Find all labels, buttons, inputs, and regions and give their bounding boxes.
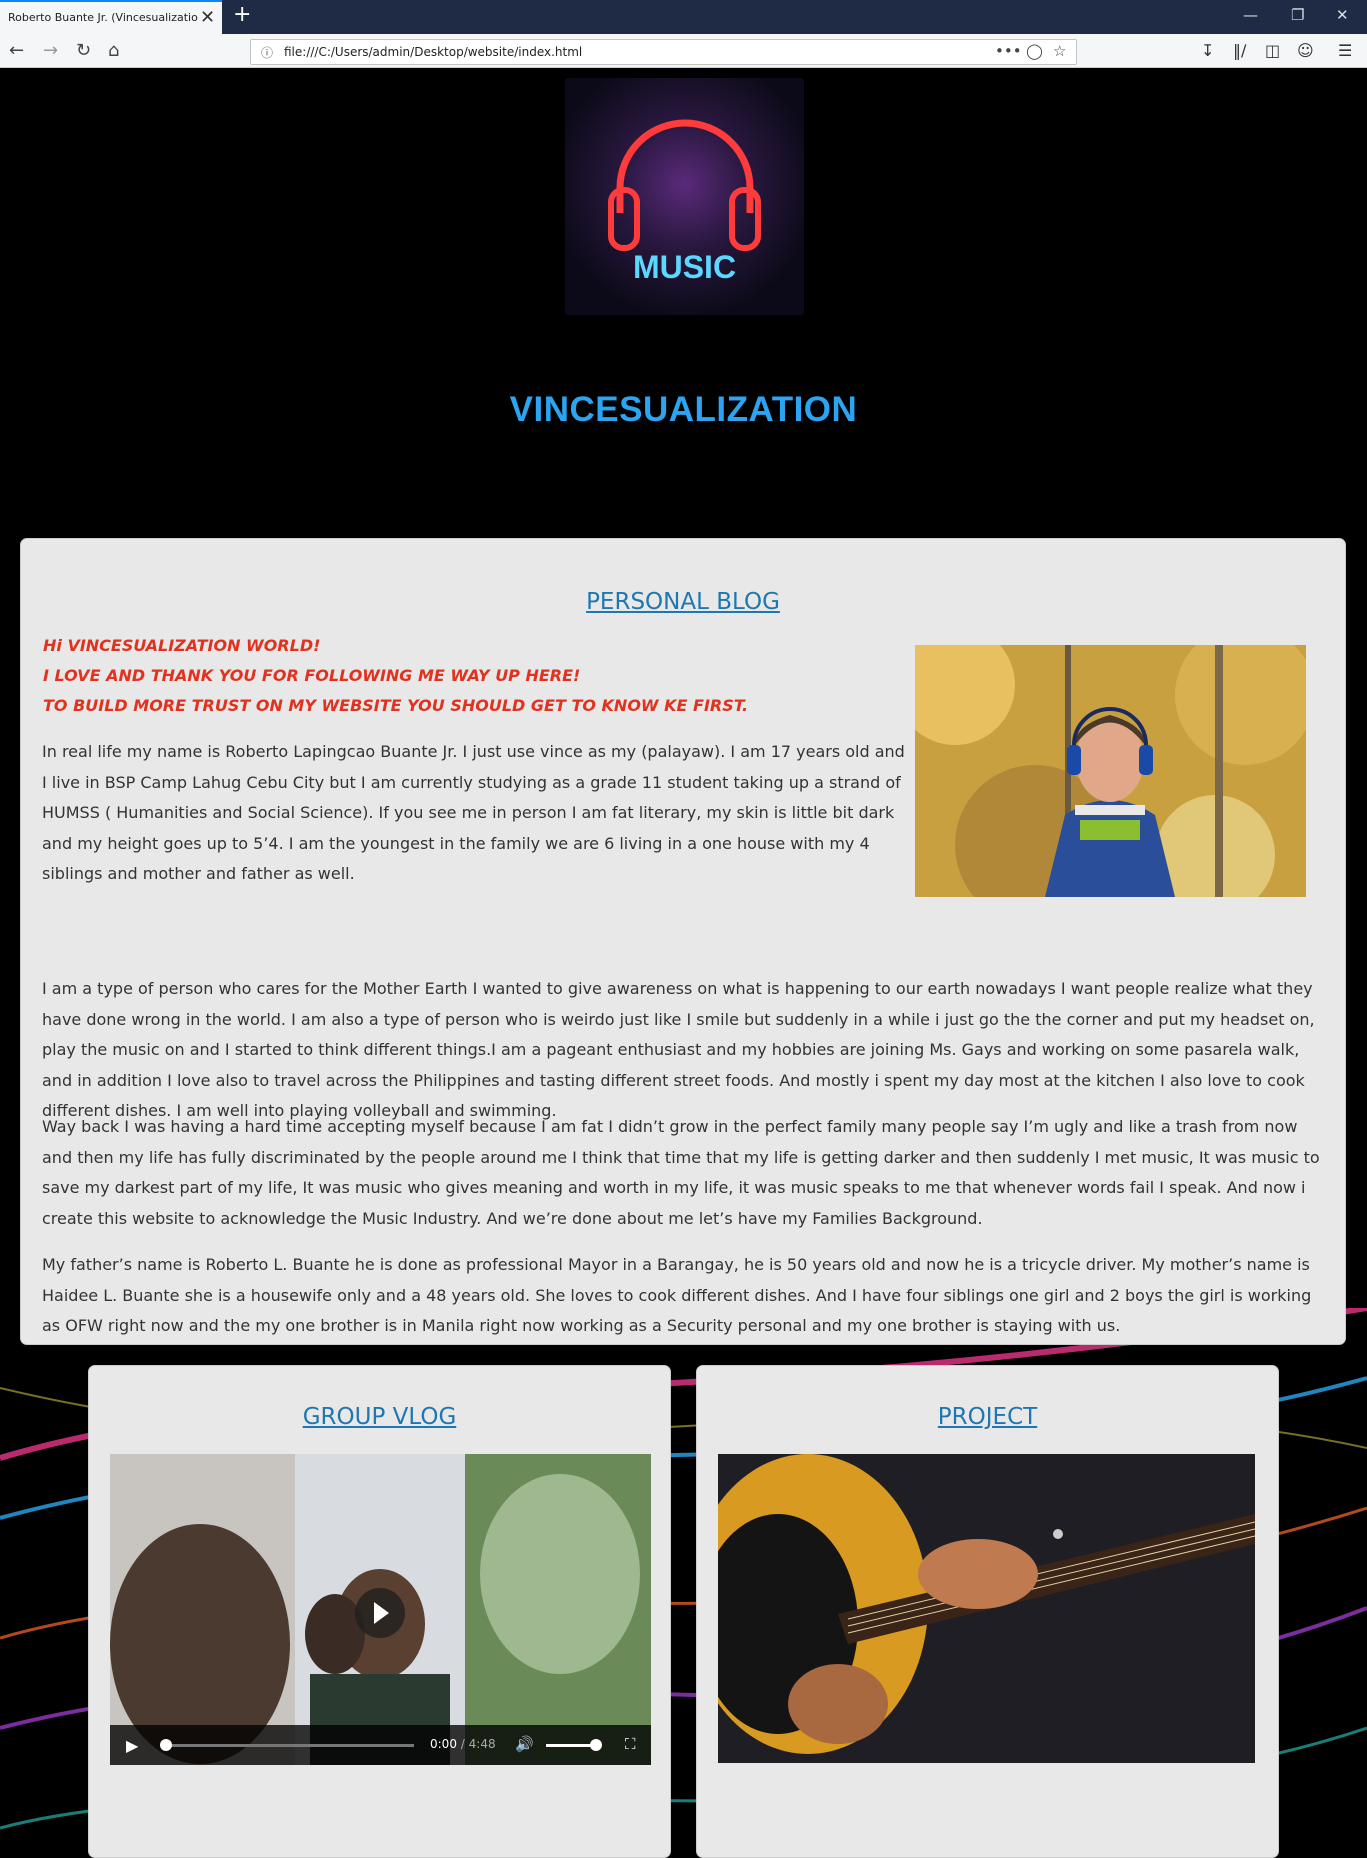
restore-icon[interactable]: ❐: [1291, 6, 1304, 24]
greeting-text: Hi VINCESUALIZATION WORLD! I LOVE AND TH…: [43, 631, 923, 721]
new-tab-icon[interactable]: +: [233, 2, 251, 27]
close-tab-icon[interactable]: ✕: [200, 7, 215, 28]
site-title: VINCESUALIZATION: [509, 390, 858, 429]
back-icon[interactable]: ←: [9, 40, 24, 61]
logo-text: MUSIC: [633, 249, 736, 285]
greeting-line: Hi VINCESUALIZATION WORLD!: [43, 636, 321, 655]
guitar-image: [718, 1454, 1255, 1763]
sidebar-icon[interactable]: ◫: [1265, 41, 1280, 60]
bookmark-star-icon[interactable]: ☆: [1053, 42, 1066, 60]
tab-title: Roberto Buante Jr. (Vincesualization): [8, 11, 198, 24]
greeting-line: TO BUILD MORE TRUST ON MY WEBSITE YOU SH…: [43, 696, 749, 715]
boy-with-headphones-image: [915, 645, 1306, 897]
group-vlog-heading[interactable]: GROUP VLOG: [89, 1404, 670, 1430]
video-time: 0:00 / 4:48: [430, 1737, 496, 1751]
project-card: PROJECT: [696, 1365, 1279, 1858]
browser-chrome: Roberto Buante Jr. (Vincesualization) ✕ …: [0, 0, 1367, 68]
account-icon[interactable]: ☺: [1297, 41, 1314, 60]
big-play-button[interactable]: [355, 1588, 405, 1638]
downloads-icon[interactable]: ↧: [1201, 41, 1214, 60]
library-icon[interactable]: ‖∕: [1233, 41, 1246, 60]
video-controls: ▶ 0:00 / 4:48 🔊 ⛶: [110, 1725, 651, 1765]
play-icon: [374, 1602, 389, 1624]
volume-handle[interactable]: [589, 1739, 602, 1751]
volume-icon[interactable]: 🔊: [515, 1735, 534, 1753]
minimize-icon[interactable]: —: [1243, 6, 1258, 24]
navigation-bar: ← → ↻ ⌂ ⓘ file:///C:/Users/admin/Desktop…: [0, 34, 1367, 68]
url-text[interactable]: file:///C:/Users/admin/Desktop/website/i…: [284, 45, 582, 59]
browser-tab[interactable]: Roberto Buante Jr. (Vincesualization) ✕: [0, 0, 222, 34]
greeting-line: I LOVE AND THANK YOU FOR FOLLOWING ME WA…: [43, 666, 581, 685]
play-icon[interactable]: ▶: [126, 1736, 138, 1755]
personal-blog-card: PERSONAL BLOG Hi VINCESUALIZATION WORLD!…: [20, 538, 1346, 1345]
blog-paragraph: In real life my name is Roberto Lapingca…: [42, 742, 905, 883]
project-heading[interactable]: PROJECT: [697, 1404, 1278, 1430]
blog-paragraph: I am a type of person who cares for the …: [42, 979, 1315, 1120]
info-icon[interactable]: ⓘ: [261, 44, 273, 61]
tab-bar: Roberto Buante Jr. (Vincesualization) ✕ …: [0, 0, 1367, 34]
home-icon[interactable]: ⌂: [108, 40, 119, 61]
page-content: MUSIC VINCESUALIZATION PERSONAL BLOG Hi …: [0, 68, 1367, 1858]
group-vlog-card: GROUP VLOG ▶ 0:00 / 4:48 🔊 ⛶: [88, 1365, 671, 1858]
seek-handle[interactable]: [160, 1739, 172, 1751]
close-window-icon[interactable]: ✕: [1336, 6, 1349, 24]
headphones-icon: MUSIC: [608, 119, 761, 285]
reload-icon[interactable]: ↻: [76, 40, 91, 61]
blog-paragraph: Way back I was having a hard time accept…: [42, 1117, 1320, 1228]
page-actions-icon[interactable]: •••: [995, 42, 1022, 60]
fullscreen-icon[interactable]: ⛶: [625, 1735, 636, 1753]
vlog-video-player[interactable]: ▶ 0:00 / 4:48 🔊 ⛶: [110, 1454, 651, 1765]
pocket-icon[interactable]: ◯: [1026, 42, 1043, 60]
forward-icon[interactable]: →: [43, 40, 58, 61]
blog-paragraph: My father’s name is Roberto L. Buante he…: [42, 1255, 1312, 1335]
music-logo: MUSIC: [565, 78, 804, 315]
personal-blog-heading[interactable]: PERSONAL BLOG: [21, 589, 1345, 615]
menu-icon[interactable]: ☰: [1338, 41, 1352, 60]
seek-bar[interactable]: [164, 1744, 414, 1747]
url-bar[interactable]: ⓘ file:///C:/Users/admin/Desktop/website…: [250, 39, 1077, 65]
